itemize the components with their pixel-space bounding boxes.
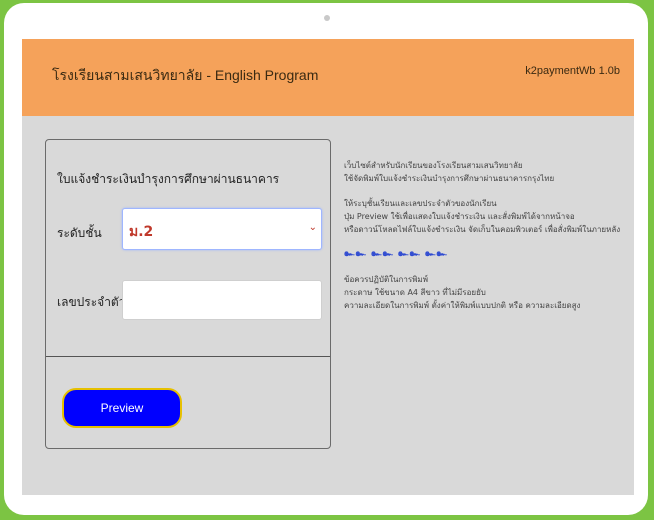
screen: โรงเรียนสามเสนวิทยาลัย - English Program…: [22, 39, 634, 495]
student-id-input[interactable]: [122, 280, 322, 320]
info-line: หรือดาวน์โหลดไฟล์ใบแจ้งชำระเงิน จัดเก็บใ…: [344, 225, 621, 234]
info-line: กระดาษ ใช้ขนาด A4 สีขาว ที่ไม่มีรอยยับ: [344, 288, 486, 297]
level-select[interactable]: ม.2 ⌄: [122, 208, 322, 250]
info-line: ข้อควรปฏิบัติในการพิมพ์: [344, 275, 428, 284]
preview-button[interactable]: Preview: [62, 388, 182, 428]
header-bar: โรงเรียนสามเสนวิทยาลัย - English Program…: [22, 39, 634, 116]
level-select-value: ม.2: [129, 224, 154, 240]
version-label: k2paymentWb 1.0b: [525, 65, 620, 77]
info-panel: เว็บไซต์สำหรับนักเรียนของโรงเรียนสามเสนว…: [344, 159, 624, 324]
info-line: ใช้จัดพิมพ์ใบแจ้งชำระเงินบำรุงการศึกษาผ่…: [344, 174, 555, 183]
tablet-frame: โรงเรียนสามเสนวิทยาลัย - English Program…: [4, 3, 648, 515]
payment-form: ใบแจ้งชำระเงินบำรุงการศึกษาผ่านธนาคาร ระ…: [45, 139, 331, 449]
chevron-down-icon: ⌄: [308, 222, 317, 233]
separator-ornament: ๛๛ ๛๛ ๛๛ ๛๛: [344, 249, 448, 259]
info-line: เว็บไซต์สำหรับนักเรียนของโรงเรียนสามเสนว…: [344, 161, 523, 170]
form-title: ใบแจ้งชำระเงินบำรุงการศึกษาผ่านธนาคาร: [57, 172, 280, 186]
student-id-label: เลขประจำตัว: [57, 295, 126, 309]
info-line: ให้ระบุชั้นเรียนและเลขประจำตัวของนักเรีย…: [344, 199, 497, 208]
info-line: ความละเอียดในการพิมพ์ ตั้งค่าให้พิมพ์แบบ…: [344, 301, 581, 310]
camera-dot: [324, 15, 330, 21]
info-line: ปุ่ม Preview ใช้เพื่อแสดงใบแจ้งชำระเงิน …: [344, 212, 575, 221]
divider: [46, 356, 330, 357]
site-title: โรงเรียนสามเสนวิทยาลัย - English Program: [52, 67, 319, 83]
level-label: ระดับชั้น: [57, 226, 102, 240]
